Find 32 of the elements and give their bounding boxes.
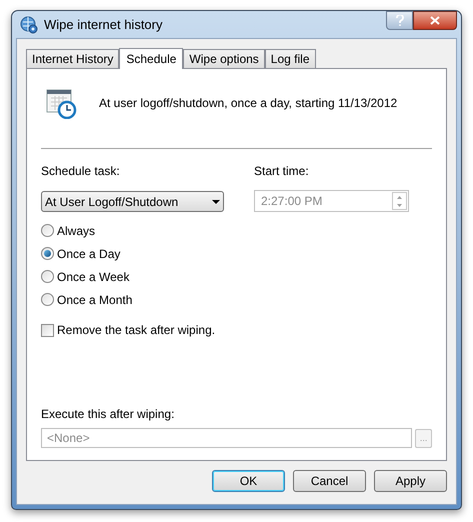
dialog-button[interactable]: Cancel [293,470,366,492]
radio-button[interactable] [41,270,54,283]
schedule-summary: At user logoff/shutdown, once a day, starting 11/13/2012 [99,95,398,112]
checkbox-label[interactable]: Remove the task after wiping. [57,321,216,339]
radio-label[interactable]: Once a Week [57,268,130,286]
tab[interactable]: Schedule [119,48,184,69]
radio-label[interactable]: Once a Month [57,290,132,308]
radio-label[interactable]: Always [57,222,96,240]
down-arrow-icon [397,204,402,206]
schedule-dropdown[interactable]: At User Logoff/Shutdown [41,191,224,212]
radio-button[interactable] [41,293,54,306]
close-button[interactable] [413,11,457,30]
tab[interactable]: Internet History [26,49,120,68]
field-label: Execute this after wiping: [41,406,176,423]
globe-gear-icon [20,16,38,34]
radio-button[interactable] [41,224,54,237]
dropdown-arrow-icon [212,200,220,204]
tab[interactable]: Log file [264,49,316,68]
up-arrow-icon [397,196,402,198]
close-icon [430,16,440,25]
calendar-clock-icon [45,87,77,119]
dialog-button[interactable]: Apply [374,470,447,492]
window-title: Wipe internet history [44,16,162,34]
field-label: Schedule task: [41,163,121,180]
checkbox[interactable] [41,324,54,336]
field-label: Start time: [254,163,310,180]
dialog-button[interactable]: OK [212,470,285,492]
radio-button[interactable] [41,247,54,260]
tab[interactable]: Wipe options [183,49,265,68]
help-icon [396,15,404,26]
help-button[interactable] [386,11,413,30]
radio-label[interactable]: Once a Day [57,244,120,262]
